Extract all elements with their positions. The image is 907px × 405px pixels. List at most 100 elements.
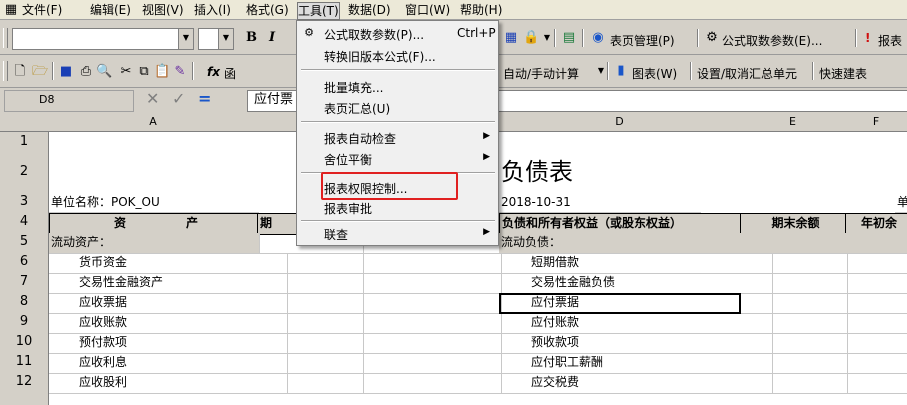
check-icon[interactable]: ✓	[172, 89, 185, 108]
bold-button[interactable]: B	[246, 30, 257, 45]
font-size-combo[interactable]: ▼	[198, 28, 234, 50]
table-cell[interactable]	[740, 373, 848, 394]
column-header-d[interactable]: D	[499, 113, 741, 132]
menu-help[interactable]: 帮助(H)	[460, 2, 502, 18]
paste-icon[interactable]: 📋	[154, 64, 170, 80]
table-cell[interactable]	[845, 233, 907, 254]
new-file-icon[interactable]: 🗋	[12, 64, 28, 80]
table-cell[interactable]	[257, 313, 364, 334]
row-header[interactable]: 3	[0, 192, 49, 213]
table-cell[interactable]	[740, 313, 848, 334]
table-cell[interactable]	[740, 273, 848, 294]
row-header[interactable]: 2	[0, 152, 49, 193]
table-cell[interactable]	[257, 333, 364, 354]
cell-ref-box[interactable]: D8	[4, 90, 134, 112]
table-cell[interactable]	[257, 373, 364, 394]
print-icon[interactable]: ⎙	[78, 64, 94, 80]
table-cell[interactable]	[740, 253, 848, 274]
table-cell[interactable]	[361, 373, 502, 394]
table-cell-asset[interactable]: 应收票据	[49, 293, 288, 314]
table-cell-liability[interactable]: 应付账款	[499, 313, 773, 334]
table-cell[interactable]	[845, 373, 907, 394]
column-header-a[interactable]: A	[49, 113, 258, 132]
open-folder-icon[interactable]: 🗁	[32, 64, 48, 80]
menu-view[interactable]: 视图(V)	[142, 2, 184, 18]
menu-item-rounding-balance[interactable]: 舍位平衡	[324, 151, 372, 168]
menu-item-approval[interactable]: 报表审批	[324, 200, 372, 217]
table-cell-liability[interactable]: 应交税费	[499, 373, 773, 394]
function-icon[interactable]: fx	[207, 65, 220, 79]
grid-icon[interactable]: ▦	[503, 30, 519, 46]
column-header-e[interactable]: E	[740, 113, 846, 132]
row-header[interactable]: 1	[0, 132, 49, 153]
report-date-cell[interactable]: 2018-10-31	[499, 193, 701, 213]
table-cell-liability[interactable]: 流动负债：	[499, 233, 743, 254]
table-cell-asset[interactable]: 应收账款	[49, 313, 288, 334]
cut-icon[interactable]: ✂	[118, 64, 134, 80]
table-cell[interactable]	[257, 353, 364, 374]
table-cell-asset[interactable]: 预付款项	[49, 333, 288, 354]
table-cell[interactable]	[361, 273, 502, 294]
copy-icon[interactable]: ⧉	[136, 64, 152, 80]
table-cell[interactable]	[845, 313, 907, 334]
table-cell[interactable]	[257, 253, 364, 274]
table-cell[interactable]	[740, 333, 848, 354]
table-cell-liability[interactable]: 预收款项	[499, 333, 773, 354]
menu-window[interactable]: 窗口(W)	[405, 2, 450, 18]
table-cell[interactable]	[361, 293, 502, 314]
row-header[interactable]: 8	[0, 292, 49, 313]
header-liabilities[interactable]: 负债和所有者权益（或股东权益）	[499, 213, 744, 235]
table-cell[interactable]	[361, 353, 502, 374]
table-cell[interactable]	[740, 293, 848, 314]
table-cell-asset[interactable]: 应收利息	[49, 353, 288, 374]
unit-name-cell[interactable]: 单位名称：POK_OU	[49, 193, 259, 213]
menu-item-formula-param[interactable]: 公式取数参数(P)...	[324, 26, 424, 43]
row-header[interactable]: 5	[0, 232, 49, 253]
auto-calc-button[interactable]: 自动/手动计算	[503, 65, 579, 82]
italic-button[interactable]: I	[269, 30, 275, 45]
row-header[interactable]	[0, 392, 49, 405]
quick-table-button[interactable]: 快速建表	[819, 65, 867, 82]
equals-icon[interactable]: =	[198, 89, 211, 108]
menu-format[interactable]: 格式(G)	[246, 2, 289, 18]
format-brush-icon[interactable]: ✎	[172, 64, 188, 80]
menu-item-drill-query[interactable]: 联查	[324, 226, 348, 243]
menu-data[interactable]: 数据(D)	[348, 2, 391, 18]
table-cell[interactable]	[361, 313, 502, 334]
save-icon[interactable]: ■	[58, 64, 74, 80]
table-cell-asset[interactable]: 应收股利	[49, 373, 288, 394]
font-name-combo[interactable]: ▼	[12, 28, 194, 50]
table-cell-asset[interactable]: 货币资金	[49, 253, 288, 274]
column-header-f[interactable]: F	[845, 113, 907, 132]
function-button[interactable]: 函	[224, 65, 236, 82]
chart-button[interactable]: 图表(W)	[632, 65, 677, 82]
header-end-balance[interactable]: 期末余额	[740, 213, 849, 235]
menu-item-batch-fill[interactable]: 批量填充...	[324, 79, 383, 96]
table-cell[interactable]	[361, 333, 502, 354]
table-cell[interactable]	[361, 253, 502, 274]
table-cell[interactable]	[740, 353, 848, 374]
table-cell[interactable]	[257, 273, 364, 294]
table-cell-liability[interactable]: 短期借款	[499, 253, 773, 274]
menu-item-auto-check[interactable]: 报表自动检查	[324, 130, 396, 147]
report-button[interactable]: 报表	[878, 32, 902, 49]
menu-item-convert-formula[interactable]: 转换旧版本公式(F)...	[324, 48, 436, 65]
row-header[interactable]: 9	[0, 312, 49, 333]
formula-param-button[interactable]: 公式取数参数(E)...	[722, 32, 822, 49]
menu-file[interactable]: 文件(F)	[22, 2, 62, 18]
table-cell[interactable]	[740, 233, 848, 254]
row-header[interactable]: 11	[0, 352, 49, 373]
toolbar-grip[interactable]	[3, 28, 8, 48]
table-cell-liability[interactable]: 交易性金融负债	[499, 273, 773, 294]
table-cell-asset[interactable]: 流动资产：	[49, 233, 260, 254]
table-cell[interactable]	[845, 253, 907, 274]
table-cell[interactable]	[845, 293, 907, 314]
lock-icon[interactable]: 🔒	[523, 30, 539, 46]
menu-item-sheet-summary[interactable]: 表页汇总(U)	[324, 100, 390, 117]
selected-cell[interactable]	[499, 293, 741, 314]
corner-cell[interactable]	[0, 113, 50, 132]
set-summary-button[interactable]: 设置/取消汇总单元	[697, 65, 797, 82]
row-header[interactable]: 10	[0, 332, 49, 353]
row-header[interactable]: 4	[0, 212, 49, 233]
print-preview-icon[interactable]: 🔍	[96, 64, 112, 80]
